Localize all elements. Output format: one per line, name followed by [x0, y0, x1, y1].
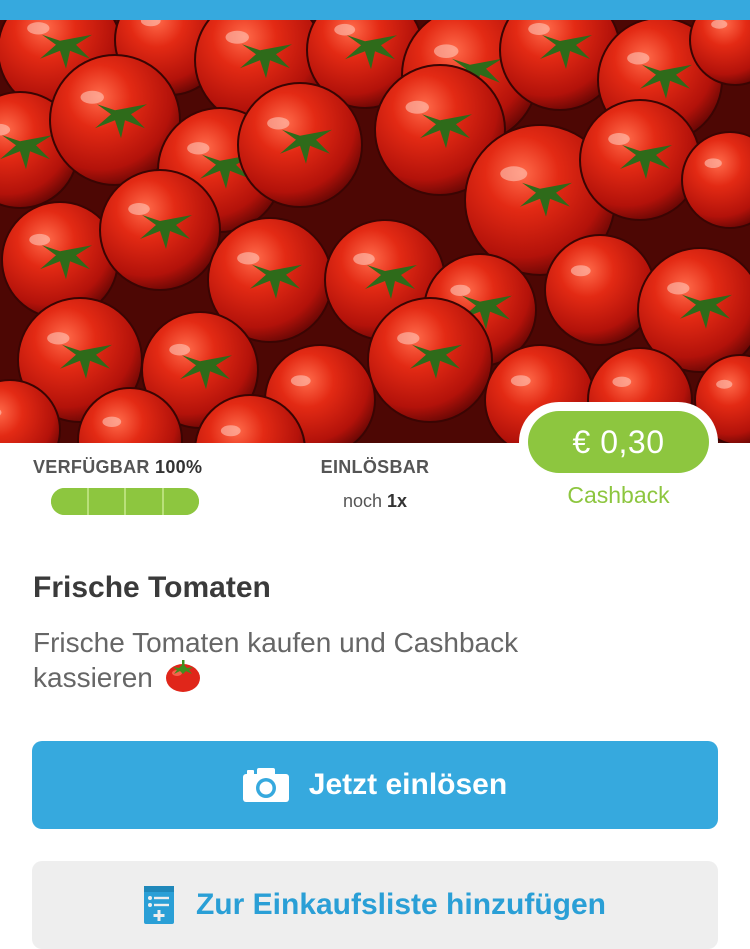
tomato-highlight [405, 100, 429, 114]
tomato-highlight [510, 375, 531, 387]
tomato-highlight [716, 379, 733, 389]
cashback-amount-badge: € 0,30 [528, 411, 709, 473]
tomato-highlight [608, 133, 630, 145]
availability-progress-bar [51, 488, 199, 515]
tomato-highlight [225, 30, 249, 44]
tomato-highlight [711, 20, 728, 29]
shopping-list-add-icon [143, 886, 174, 924]
tomato-highlight [102, 416, 122, 427]
tomato-highlight [570, 265, 591, 277]
tomato-highlight [290, 375, 311, 387]
tomato-shape [544, 234, 656, 346]
offer-description-text: Frische Tomaten kaufen und Cashback kass… [33, 627, 519, 693]
progress-segment [126, 488, 164, 515]
progress-segment [163, 488, 199, 515]
tomato-highlight [353, 253, 375, 265]
redeemable-remaining: noch 1x [280, 491, 470, 512]
tomato-highlight [397, 332, 420, 345]
progress-segment [51, 488, 89, 515]
tomato-highlight [80, 90, 104, 104]
product-hero-image [0, 20, 750, 443]
add-to-list-label: Zur Einkaufsliste hinzufügen [195, 888, 607, 921]
tomato-highlight [500, 166, 528, 182]
progress-segment [88, 488, 126, 515]
tomato-highlight [128, 203, 150, 215]
tomato-highlight [220, 425, 241, 437]
offer-title: Frische Tomaten [33, 571, 271, 604]
tomato-highlight [612, 376, 632, 387]
tomato-emoji-icon [165, 660, 200, 692]
redeemable-prefix: noch [342, 491, 382, 511]
tomato-highlight [450, 284, 471, 296]
tomato-highlight [627, 52, 650, 65]
tomato-highlight [29, 233, 51, 246]
tomato-highlight [47, 332, 70, 345]
top-accent-bar [0, 0, 750, 20]
tomato-highlight [187, 142, 210, 155]
tomato-highlight [237, 252, 260, 265]
camera-icon [242, 768, 289, 802]
tomatoes-image [0, 20, 750, 443]
tomato-highlight [27, 22, 50, 35]
availability-percent: 100% [155, 457, 203, 477]
tomato-highlight [169, 343, 191, 356]
availability-label: VERFÜGBAR 100% [33, 457, 202, 478]
redeem-button[interactable]: Jetzt einlösen [32, 741, 718, 829]
tomato-highlight [267, 117, 290, 130]
tomato-highlight [433, 44, 459, 58]
cashback-label: Cashback [567, 482, 670, 508]
offer-description: Frische Tomaten kaufen und Cashback kass… [33, 626, 633, 694]
availability-text: VERFÜGBAR [33, 457, 150, 477]
tomato-highlight [528, 23, 550, 35]
add-to-shopping-list-button[interactable]: Zur Einkaufsliste hinzufügen [32, 861, 718, 949]
redeemable-label: EINLÖSBAR [320, 457, 430, 477]
tomato-highlight [334, 23, 356, 36]
redeemable-count: 1x [387, 491, 408, 511]
tomato-highlight [704, 158, 722, 168]
redeem-button-label: Jetzt einlösen [308, 768, 508, 801]
tomato-highlight [667, 282, 690, 295]
